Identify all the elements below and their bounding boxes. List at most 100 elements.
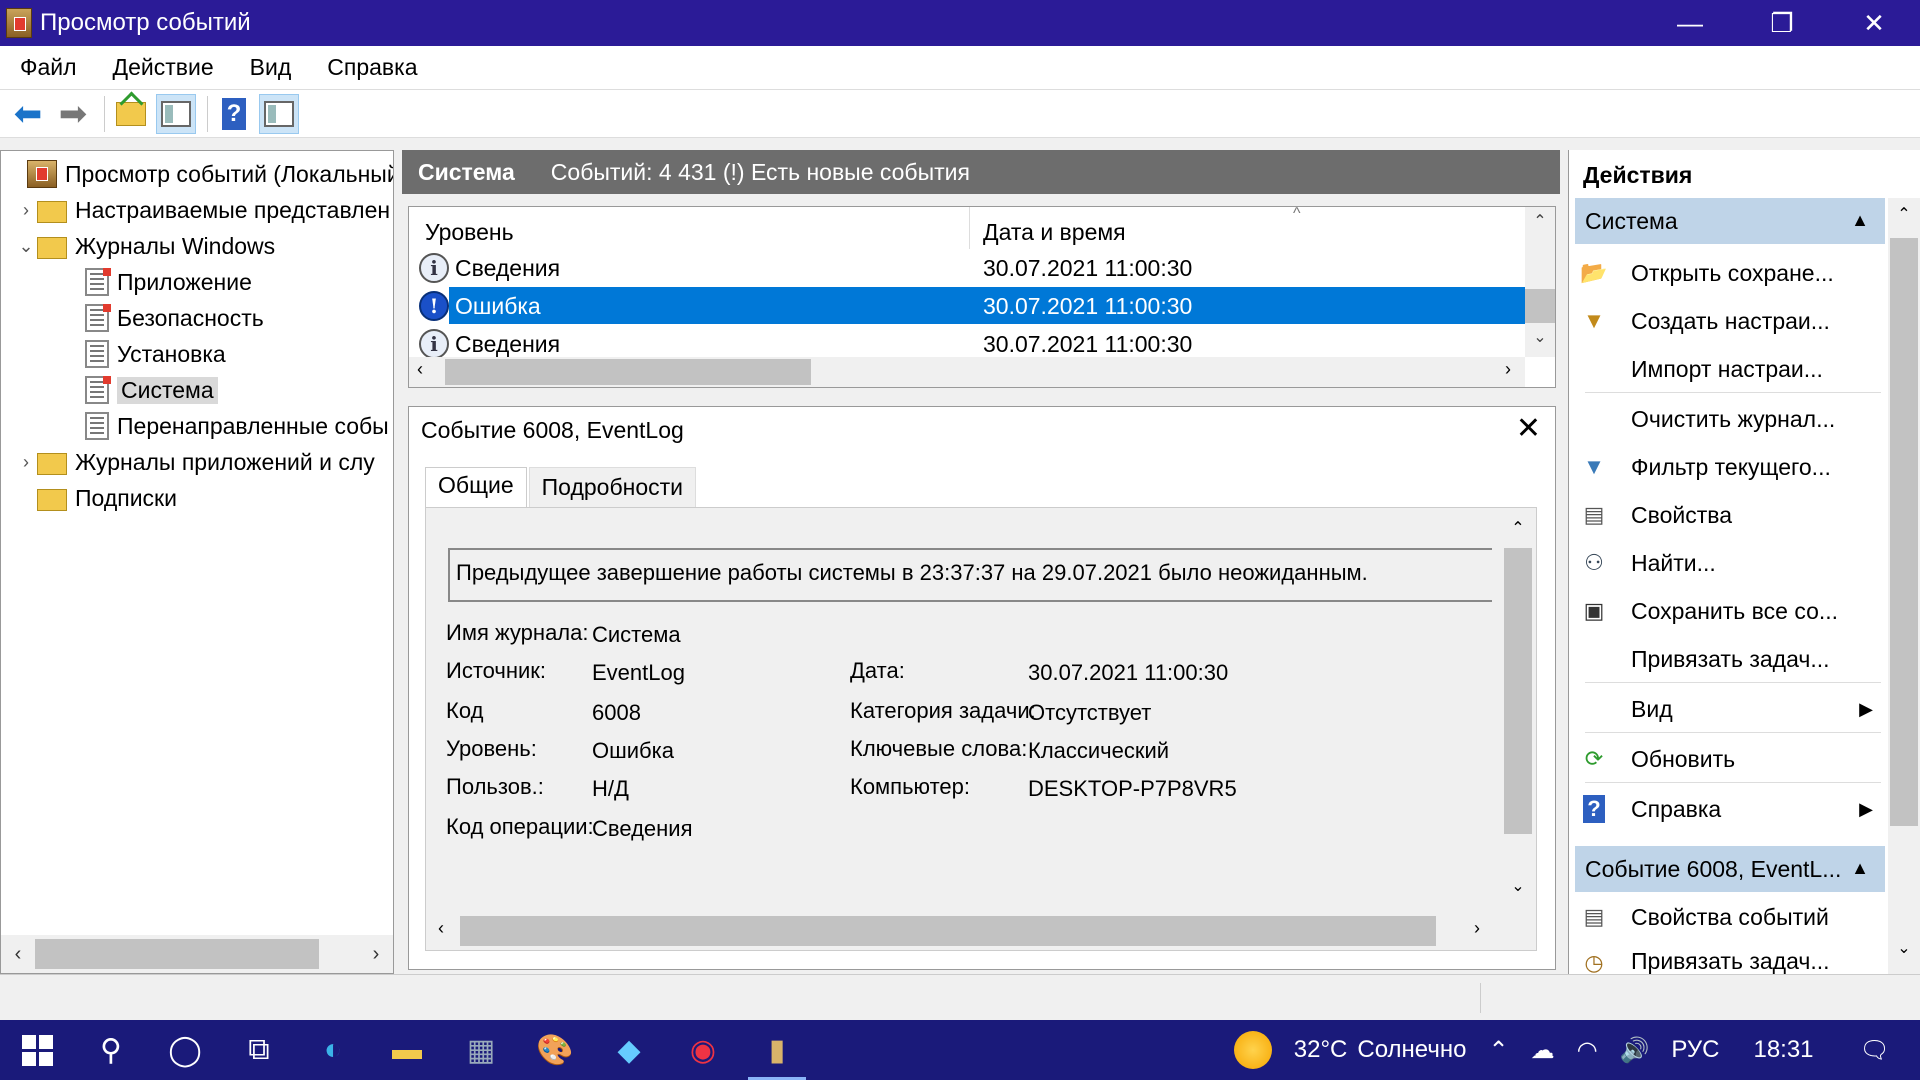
tree-item-security[interactable]: Безопасность xyxy=(85,301,264,335)
action-attach-task-to-event[interactable]: ◷ Привязать задач... xyxy=(1579,942,1885,974)
volume-icon[interactable]: 🔊 xyxy=(1620,1036,1650,1065)
tree-item-system[interactable]: Система xyxy=(85,373,218,407)
action-import-custom-view[interactable]: Импорт настраи... xyxy=(1579,348,1885,390)
clock[interactable]: 18:31 xyxy=(1753,1036,1813,1064)
actions-section-event[interactable]: Событие 6008, EventL... ▲ xyxy=(1575,846,1885,892)
chevron-right-icon[interactable]: › xyxy=(15,200,37,221)
notifications-icon[interactable]: 🗨 xyxy=(1860,1036,1890,1065)
onedrive-cloud-icon[interactable]: ☁ xyxy=(1531,1036,1555,1065)
menu-file[interactable]: Файл xyxy=(4,54,93,81)
tree-item-custom-views[interactable]: › Настраиваемые представлен xyxy=(15,193,390,227)
detail-vertical-scrollbar[interactable]: ⌃ ⌄ xyxy=(1500,508,1536,908)
tree-horizontal-scrollbar[interactable]: ‹ › xyxy=(1,935,393,973)
taskbar-paint[interactable]: 🎨 xyxy=(518,1020,592,1080)
actions-section-system[interactable]: Система ▲ xyxy=(1575,198,1885,244)
action-event-properties[interactable]: ▤ Свойства событий xyxy=(1579,896,1885,938)
scrollbar-thumb[interactable] xyxy=(35,939,319,969)
up-folder-button[interactable] xyxy=(111,94,151,134)
scroll-right-icon[interactable]: › xyxy=(359,943,393,966)
scroll-up-icon[interactable]: ⌃ xyxy=(1525,211,1555,231)
action-filter-current-log[interactable]: ▼ Фильтр текущего... xyxy=(1579,446,1885,488)
tree-item-subscriptions[interactable]: Подписки xyxy=(15,481,177,515)
taskbar-event-viewer[interactable]: ▮ xyxy=(740,1020,814,1080)
event-row[interactable]: i Сведения 30.07.2021 11:00:30 xyxy=(409,249,1525,286)
show-hide-tree-button[interactable] xyxy=(156,93,196,134)
event-row-selected[interactable]: ! Ошибка 30.07.2021 11:00:30 xyxy=(409,287,1525,324)
grid-vertical-scrollbar[interactable]: ⌃ ⌄ xyxy=(1525,207,1555,357)
tree-item-app-service-logs[interactable]: › Журналы приложений и слу xyxy=(15,445,375,479)
chevron-right-icon[interactable]: › xyxy=(15,452,37,473)
close-button[interactable]: ✕ xyxy=(1828,0,1920,46)
action-help[interactable]: ? Справка ▶ xyxy=(1579,788,1885,830)
chevron-down-icon[interactable]: ⌄ xyxy=(15,236,37,257)
scroll-up-icon[interactable]: ⌃ xyxy=(1500,518,1536,538)
menu-help[interactable]: Справка xyxy=(311,54,433,81)
taskbar-app[interactable]: ◆ xyxy=(592,1020,666,1080)
close-detail-icon[interactable]: ✕ xyxy=(1516,411,1541,446)
action-clear-log[interactable]: Очистить журнал... xyxy=(1579,398,1885,440)
scroll-left-icon[interactable]: ‹ xyxy=(1,943,35,966)
action-open-saved-log[interactable]: 📂 Открыть сохране... xyxy=(1579,252,1885,294)
tree-item-application[interactable]: Приложение xyxy=(85,265,252,299)
detail-horizontal-scrollbar[interactable]: ‹ › xyxy=(426,910,1502,950)
chevron-up-icon[interactable]: ⌃ xyxy=(1488,1036,1508,1065)
start-button[interactable] xyxy=(0,1020,74,1080)
action-attach-task[interactable]: Привязать задач... xyxy=(1579,638,1885,680)
grid-horizontal-scrollbar[interactable]: ‹ › xyxy=(409,357,1525,387)
scrollbar-thumb[interactable] xyxy=(1890,238,1918,826)
taskbar-edge[interactable]: ◐ xyxy=(296,1020,370,1080)
search-button[interactable]: ⚲ xyxy=(74,1020,148,1080)
scrollbar-thumb[interactable] xyxy=(445,359,811,385)
action-properties[interactable]: ▤ Свойства xyxy=(1579,494,1885,536)
scroll-up-icon[interactable]: ⌃ xyxy=(1888,204,1920,224)
column-header-datetime[interactable]: Дата и время xyxy=(983,219,1126,246)
scroll-down-icon[interactable]: ⌄ xyxy=(1500,876,1536,896)
collapse-icon[interactable]: ▲ xyxy=(1851,858,1869,879)
actions-vertical-scrollbar[interactable]: ⌃ ⌄ xyxy=(1888,198,1920,974)
scroll-left-icon[interactable]: ‹ xyxy=(417,359,423,380)
task-view-button[interactable]: ⧉ xyxy=(222,1020,296,1080)
tab-general[interactable]: Общие xyxy=(425,467,527,509)
event-message[interactable]: Предыдущее завершение работы системы в 2… xyxy=(448,548,1492,602)
back-button[interactable]: ⬅ xyxy=(8,94,48,134)
action-find[interactable]: ⚇ Найти... xyxy=(1579,542,1885,584)
wifi-icon[interactable]: ◠ xyxy=(1577,1036,1598,1065)
help-button[interactable]: ? xyxy=(214,94,254,134)
weather-temp[interactable]: 32°C xyxy=(1294,1036,1348,1064)
scroll-left-icon[interactable]: ‹ xyxy=(438,918,444,939)
column-divider[interactable] xyxy=(969,207,970,249)
language-indicator[interactable]: РУС xyxy=(1671,1036,1719,1064)
scroll-right-icon[interactable]: › xyxy=(1474,918,1480,939)
menu-view[interactable]: Вид xyxy=(234,54,308,81)
action-view[interactable]: Вид ▶ xyxy=(1579,688,1885,730)
scroll-right-icon[interactable]: › xyxy=(1505,359,1511,380)
tab-details[interactable]: Подробности xyxy=(528,467,697,507)
scrollbar-thumb[interactable] xyxy=(460,916,1436,946)
show-hide-action-pane-button[interactable] xyxy=(259,93,299,134)
event-level: Сведения xyxy=(455,331,561,357)
action-save-all-events[interactable]: ▣ Сохранить все со... xyxy=(1579,590,1885,632)
tree-item-root[interactable]: Просмотр событий (Локальный xyxy=(5,157,393,191)
action-refresh[interactable]: ⟳ Обновить xyxy=(1579,738,1885,780)
taskbar-chrome[interactable]: ◉ xyxy=(666,1020,740,1080)
weather-sun-icon[interactable] xyxy=(1233,1031,1272,1069)
scroll-down-icon[interactable]: ⌄ xyxy=(1525,327,1555,347)
tree-item-forwarded-events[interactable]: Перенаправленные собы xyxy=(85,409,389,443)
column-header-level[interactable]: Уровень xyxy=(425,219,514,246)
taskbar-calculator[interactable]: ▦ xyxy=(444,1020,518,1080)
menu-action[interactable]: Действие xyxy=(97,54,230,81)
restore-button[interactable]: ❐ xyxy=(1736,0,1828,46)
event-row[interactable]: i Сведения 30.07.2021 11:00:30 xyxy=(409,325,1525,357)
tree-item-setup[interactable]: Установка xyxy=(85,337,226,371)
tree-item-windows-logs[interactable]: ⌄ Журналы Windows xyxy=(15,229,275,263)
scrollbar-thumb[interactable] xyxy=(1525,289,1555,323)
minimize-button[interactable]: — xyxy=(1644,0,1736,46)
cortana-button[interactable]: ◯ xyxy=(148,1020,222,1080)
collapse-icon[interactable]: ▲ xyxy=(1851,210,1869,231)
forward-button[interactable]: ➡ xyxy=(53,94,93,134)
scroll-down-icon[interactable]: ⌄ xyxy=(1888,938,1920,958)
taskbar-file-explorer[interactable]: ▬ xyxy=(370,1020,444,1080)
action-create-custom-view[interactable]: ▼ Создать настраи... xyxy=(1579,300,1885,342)
weather-text[interactable]: Солнечно xyxy=(1357,1036,1466,1064)
scrollbar-thumb[interactable] xyxy=(1504,548,1532,834)
